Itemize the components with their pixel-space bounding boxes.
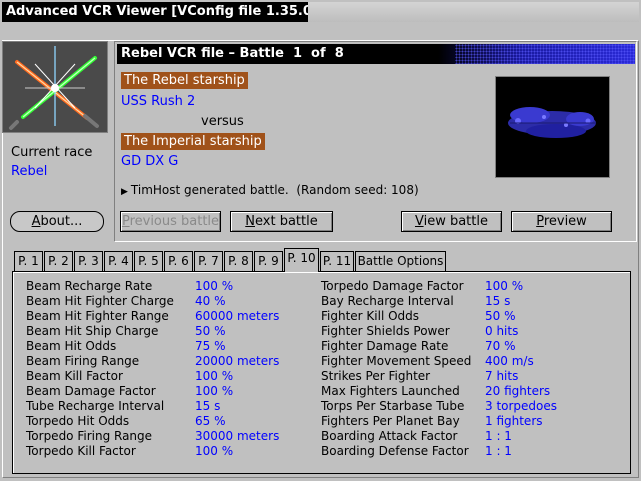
tab-battle-options[interactable]: Battle Options [355,251,446,271]
setting-value: 3 torpedoes [485,399,558,413]
setting-value: 400 m/s [485,354,534,368]
versus-label: versus [201,114,244,129]
setting-label: Torpedo Damage Factor [321,279,464,293]
setting-value: 100 % [195,444,234,458]
setting-value: 100 % [195,384,234,398]
tab-p2[interactable]: P. 2 [44,251,73,271]
tab-p9[interactable]: P. 9 [254,251,283,271]
setting-label: Boarding Attack Factor [321,429,458,443]
next-battle-button[interactable]: Next battle [230,211,333,232]
about-button-label: bout... [40,214,83,229]
setting-label: Torps Per Starbase Tube [321,399,465,413]
bullet-icon: ▶ [121,187,128,197]
setting-value: 0 hits [485,324,519,338]
setting-value: 20 fighters [485,384,551,398]
preview-button-hotkey: P [536,214,544,229]
setting-label: Fighter Damage Rate [321,339,449,353]
preview-button-label: review [543,214,587,229]
tab-p4[interactable]: P. 4 [104,251,133,271]
left-starship-name: USS Rush 2 [121,94,196,109]
setting-label: Torpedo Kill Factor [26,444,136,458]
left-starship-label: The Rebel starship [121,72,248,89]
setting-value: 100 % [195,279,234,293]
host-info: ▶ TimHost generated battle. (Random seed:… [121,183,419,197]
about-button[interactable]: About... [10,211,104,232]
setting-value: 65 % [195,414,226,428]
setting-label: Torpedo Firing Range [26,429,153,443]
window-title: Advanced VCR Viewer [VConfig file 1.35.0… [2,2,336,22]
setting-value: 50 % [485,309,516,323]
next-button-label: ext battle [255,214,318,229]
setting-value: 40 % [195,294,226,308]
setting-label: Torpedo Hit Odds [26,414,130,428]
setting-label: Beam Hit Fighter Charge [26,294,174,308]
setting-label: Tube Recharge Interval [26,399,165,413]
setting-label: Beam Firing Range [26,354,140,368]
setting-value: 20000 meters [195,354,280,368]
setting-label: Beam Kill Factor [26,369,123,383]
setting-value: 60000 meters [195,309,280,323]
setting-value: 75 % [195,339,226,353]
tab-p6[interactable]: P. 6 [164,251,193,271]
view-battle-button[interactable]: View battle [401,211,502,232]
tab-p11[interactable]: P. 11 [320,251,354,271]
setting-label: Bay Recharge Interval [321,294,454,308]
right-starship-name: GD DX G [121,154,179,169]
setting-value: 1 : 1 [485,429,512,443]
next-button-hotkey: N [245,214,255,229]
setting-value: 7 hits [485,369,519,383]
previous-battle-button[interactable]: Previous battle [120,211,221,232]
tab-p10[interactable]: P. 10 [284,248,319,272]
battle-header: Rebel VCR file – Battle 1 of 8 [117,44,635,64]
setting-label: Strikes Per Fighter [321,369,431,383]
setting-value: 1 : 1 [485,444,512,458]
setting-value: 100 % [485,279,524,293]
setting-value: 15 s [195,399,221,413]
vcr-viewer-window: Advanced VCR Viewer [VConfig file 1.35.0… [0,0,641,481]
battle-header-text: Rebel VCR file – Battle 1 of 8 [121,46,344,61]
previous-button-hotkey: P [121,214,130,229]
setting-label: Boarding Defense Factor [321,444,469,458]
right-starship-label: The Imperial starship [121,133,265,150]
header-pattern [455,44,635,64]
host-info-text: TimHost generated battle. (Random seed: … [130,183,419,197]
setting-value: 15 s [485,294,511,308]
setting-label: Max Fighters Launched [321,384,460,398]
current-race-value: Rebel [11,164,48,179]
view-button-hotkey: V [414,214,424,229]
setting-label: Beam Hit Odds [26,339,117,353]
preview-button[interactable]: Preview [511,211,612,232]
setting-value: 70 % [485,339,516,353]
setting-label: Beam Damage Factor [26,384,156,398]
setting-label: Beam Hit Ship Charge [26,324,159,338]
tab-p3[interactable]: P. 3 [74,251,103,271]
setting-label: Beam Hit Fighter Range [26,309,169,323]
setting-label: Beam Recharge Rate [26,279,153,293]
previous-button-label: revious battle [129,214,220,229]
setting-label: Fighter Shields Power [321,324,450,338]
current-race-label: Current race [11,145,93,160]
starship-image [495,76,610,178]
crossed-lightsabers-icon [2,41,108,133]
setting-label: Fighter Kill Odds [321,309,420,323]
view-button-label: iew battle [423,214,488,229]
setting-value: 50 % [195,324,226,338]
tab-p1[interactable]: P. 1 [14,251,43,271]
setting-label: Fighters Per Planet Bay [321,414,460,428]
tab-p8[interactable]: P. 8 [224,251,253,271]
setting-label: Fighter Movement Speed [321,354,472,368]
title-bar-filler [308,2,639,22]
setting-value: 30000 meters [195,429,280,443]
tab-p7[interactable]: P. 7 [194,251,223,271]
setting-value: 100 % [195,369,234,383]
setting-value: 1 fighters [485,414,543,428]
tab-p5[interactable]: P. 5 [134,251,163,271]
